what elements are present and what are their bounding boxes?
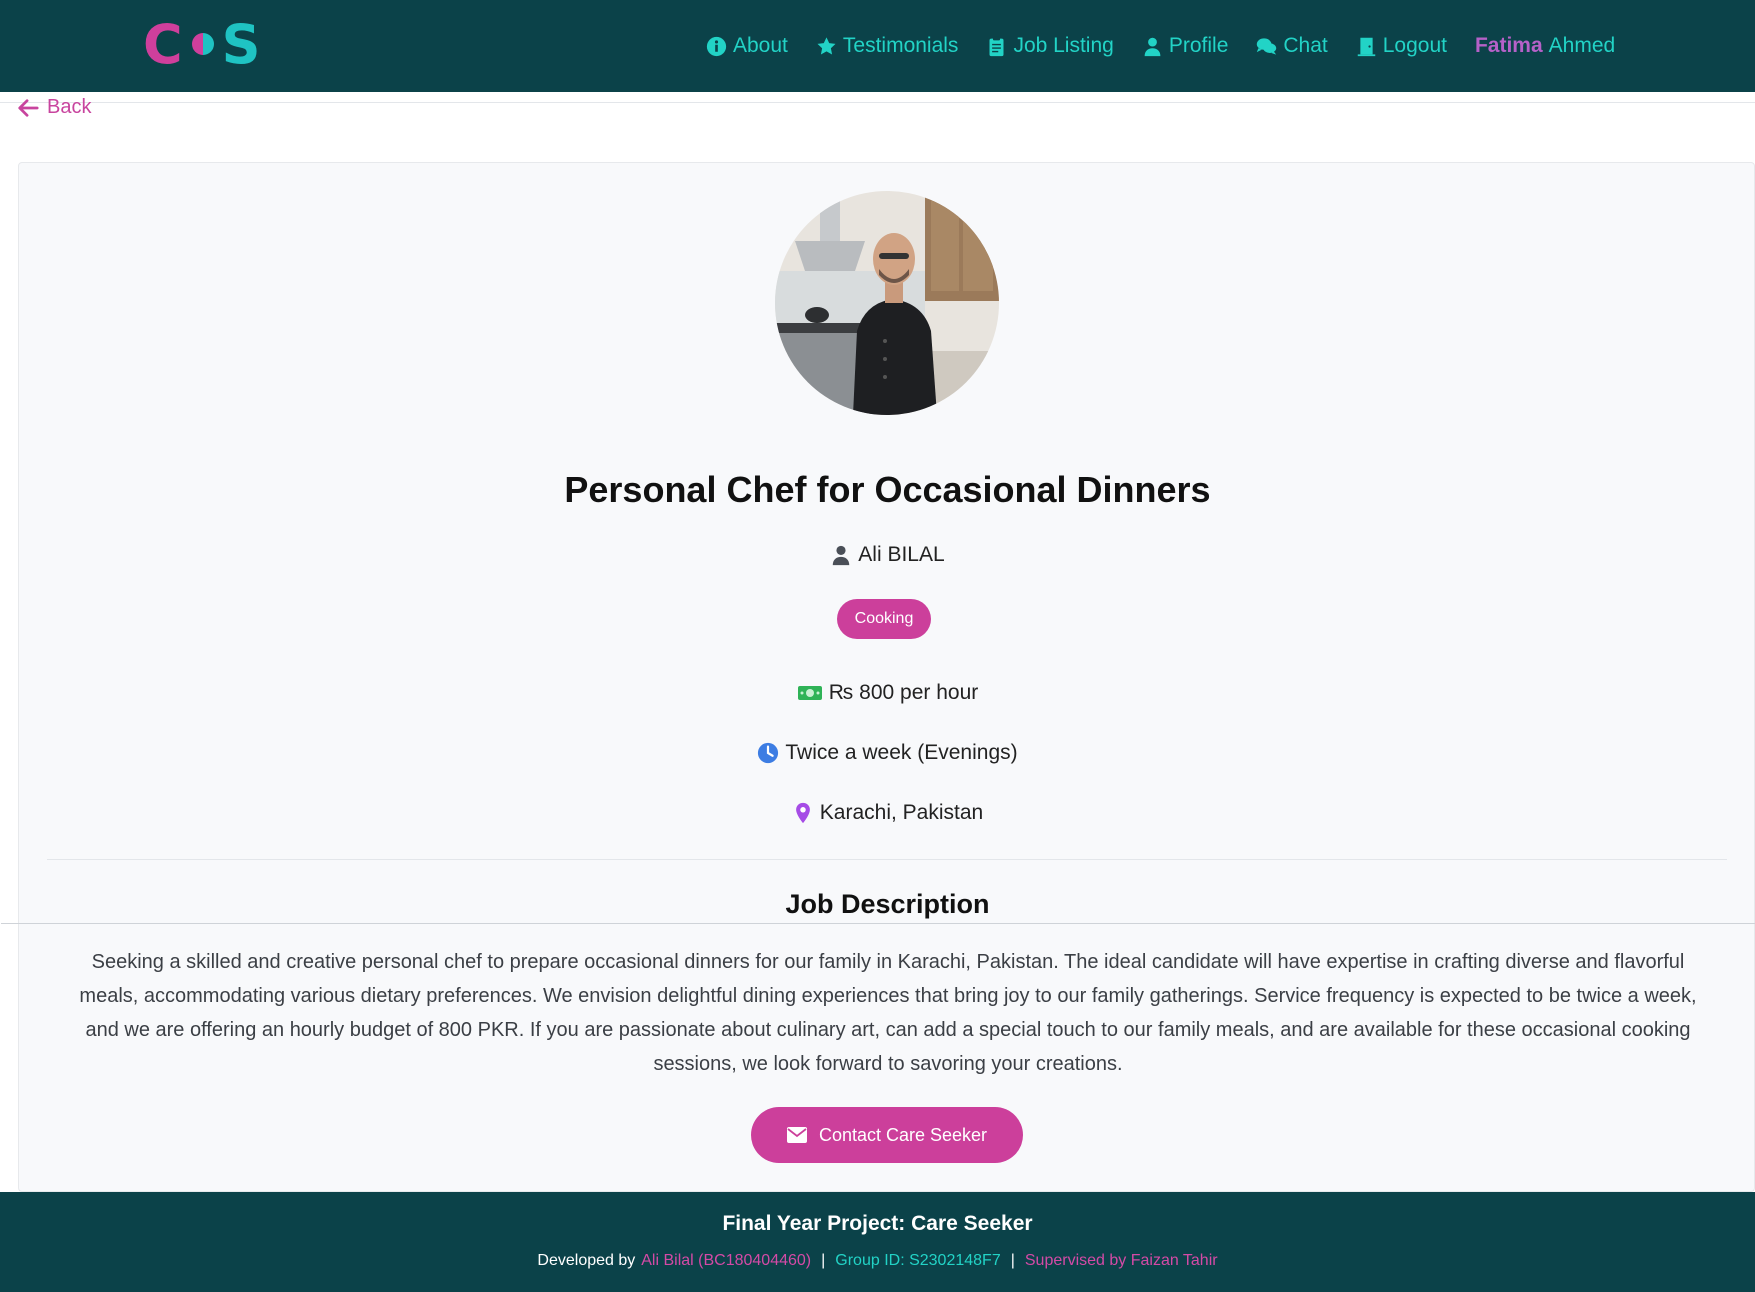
rate-value: 800 per hour bbox=[859, 681, 979, 704]
map-pin-icon bbox=[795, 802, 810, 824]
user-last-name: Ahmed bbox=[1548, 34, 1616, 57]
logo-letter-c: C bbox=[143, 12, 184, 76]
back-label: Back bbox=[47, 96, 92, 118]
envelope-icon bbox=[786, 1127, 807, 1143]
star-icon bbox=[817, 36, 836, 54]
job-schedule: Twice a week (Evenings) bbox=[19, 741, 1755, 765]
job-poster: Ali BILAL bbox=[19, 543, 1755, 567]
developed-by-label: Developed by bbox=[537, 1252, 636, 1269]
comments-icon bbox=[1257, 37, 1277, 55]
job-rate: ₨ 800 per hour bbox=[19, 681, 1755, 705]
site-logo[interactable]: C S bbox=[143, 12, 262, 76]
schedule-value: Twice a week (Evenings) bbox=[785, 741, 1018, 764]
job-title: Personal Chef for Occasional Dinners bbox=[564, 469, 1211, 510]
nav-item-testimonials[interactable]: Testimonials bbox=[816, 34, 959, 58]
info-circle-icon bbox=[706, 36, 727, 56]
group-id: Group ID: S2302148F7 bbox=[835, 1252, 1001, 1269]
user-first-name: Fatima bbox=[1474, 34, 1543, 57]
description-rule bbox=[1, 923, 1755, 924]
job-detail-card: Personal Chef for Occasional Dinners Ali… bbox=[1, 162, 1755, 1192]
nav-item-job-listing[interactable]: Job Listing bbox=[986, 34, 1114, 58]
money-bill-icon bbox=[797, 686, 822, 700]
footer-separator: | bbox=[821, 1252, 826, 1269]
category-row: Cooking bbox=[19, 599, 1755, 639]
chef-photo-illustration bbox=[775, 191, 999, 415]
current-user-name[interactable]: Fatima Ahmed bbox=[1475, 34, 1615, 58]
contact-care-seeker-button[interactable]: Contact Care Seeker bbox=[751, 1107, 1023, 1163]
arrow-left-icon bbox=[18, 98, 39, 117]
nav-item-logout[interactable]: Logout bbox=[1356, 34, 1447, 58]
description-heading: Job Description bbox=[785, 889, 990, 919]
section-divider bbox=[47, 859, 1727, 860]
supervisor: Supervised by Faizan Tahir bbox=[1024, 1252, 1218, 1269]
footer-separator: | bbox=[1010, 1252, 1015, 1269]
door-icon bbox=[1357, 37, 1375, 56]
category-badge: Cooking bbox=[836, 599, 932, 639]
nav-item-label: Chat bbox=[1283, 34, 1328, 57]
nav-links: About Testimonials Job Listing Profile C… bbox=[706, 28, 1615, 64]
back-button[interactable]: Back bbox=[17, 96, 91, 119]
user-icon bbox=[833, 545, 850, 566]
currency-symbol: ₨ bbox=[828, 681, 854, 704]
nav-item-profile[interactable]: Profile bbox=[1142, 34, 1229, 58]
header-divider bbox=[0, 102, 1755, 103]
developer-name: Ali Bilal (BC180404460) bbox=[641, 1252, 812, 1269]
contact-button-label: Contact Care Seeker bbox=[818, 1124, 988, 1145]
nav-item-label: Testimonials bbox=[842, 34, 959, 57]
poster-name: Ali BILAL bbox=[858, 543, 945, 566]
location-value: Karachi, Pakistan bbox=[819, 801, 984, 824]
clipboard-icon bbox=[989, 36, 1004, 56]
poster-photo bbox=[775, 191, 999, 415]
nav-item-label: About bbox=[733, 34, 788, 57]
clock-icon bbox=[758, 742, 779, 764]
nav-item-label: Profile bbox=[1168, 34, 1229, 57]
footer-title: Final Year Project: Care Seeker bbox=[722, 1212, 1033, 1235]
nav-item-chat[interactable]: Chat bbox=[1256, 34, 1328, 58]
job-location: Karachi, Pakistan bbox=[19, 801, 1755, 825]
footer: Final Year Project: Care Seeker Develope… bbox=[0, 1192, 1755, 1292]
user-icon bbox=[1144, 37, 1161, 56]
nav-item-label: Job Listing bbox=[1013, 34, 1114, 57]
job-description: Seeking a skilled and creative personal … bbox=[79, 951, 1697, 1075]
navbar: C S About Testimonials Job Listing Profi… bbox=[0, 0, 1755, 92]
nav-item-label: Logout bbox=[1382, 34, 1447, 57]
logo-letter-s: S bbox=[221, 12, 262, 76]
logo-dot bbox=[191, 33, 214, 55]
footer-credits: Developed by Ali Bilal (BC180404460) | G… bbox=[0, 1252, 1755, 1270]
nav-item-about[interactable]: About bbox=[706, 34, 788, 58]
